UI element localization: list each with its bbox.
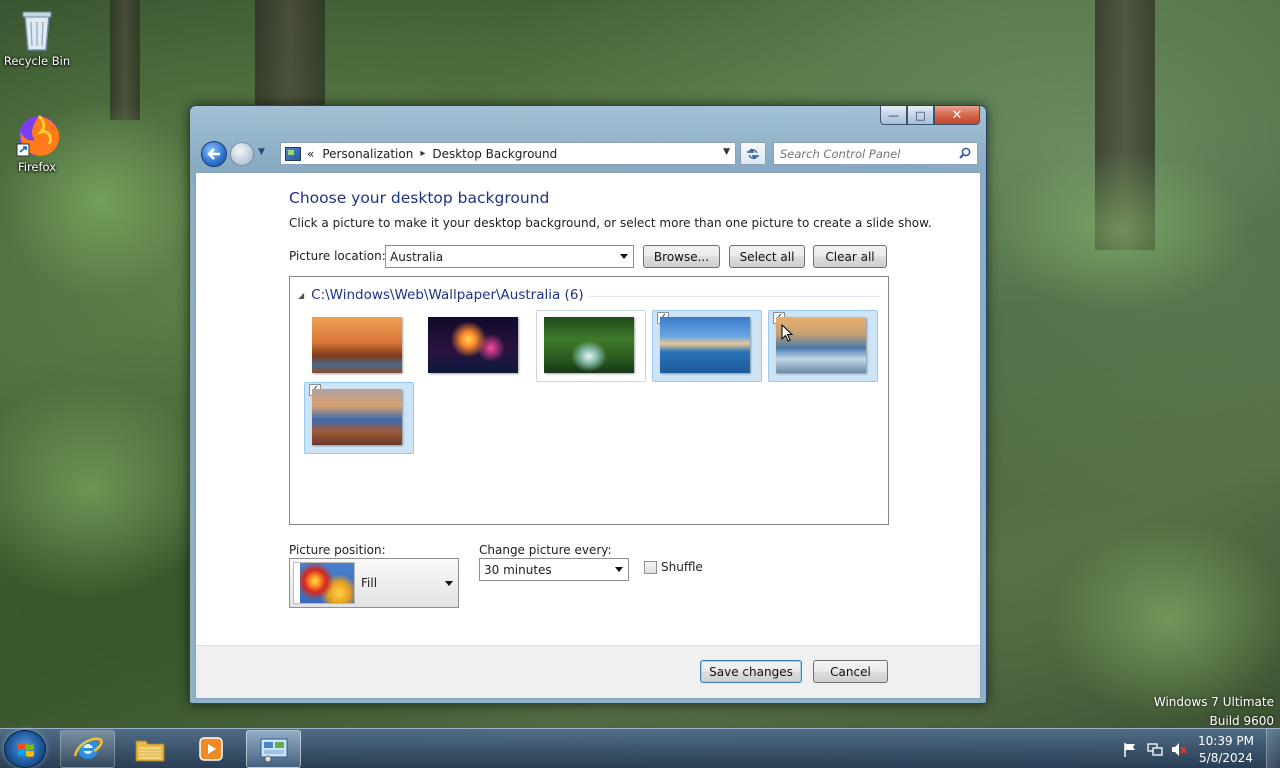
breadcrumb-separator[interactable]: ▸ [420, 148, 425, 159]
taskbar-file-explorer[interactable] [122, 730, 177, 768]
picture-position-value: Fill [361, 576, 378, 590]
media-player-icon [198, 737, 223, 761]
wallpaper-thumbnail[interactable]: ✓ [768, 310, 878, 382]
cancel-button[interactable]: Cancel [813, 660, 888, 683]
breadcrumb-desktop-background[interactable]: Desktop Background [432, 147, 557, 161]
action-center-flag-icon[interactable] [1122, 742, 1138, 757]
show-desktop-button[interactable] [1266, 729, 1280, 768]
refresh-icon [747, 148, 759, 159]
breadcrumb-personalization[interactable]: Personalization [322, 147, 413, 161]
wallpaper-thumbnail[interactable]: ✓ [304, 382, 414, 454]
desktop-icon-recycle-bin[interactable]: Recycle Bin [2, 6, 72, 68]
taskbar: 10:39 PM 5/8/2024 [0, 728, 1280, 768]
wallpaper-image [544, 317, 634, 373]
control-panel-icon [260, 738, 287, 763]
caption-buttons: — □ ✕ [880, 106, 980, 125]
background-tree-trunk [255, 0, 325, 110]
taskbar-control-panel[interactable] [246, 730, 301, 768]
start-button[interactable] [4, 730, 46, 768]
select-all-button[interactable]: Select all [729, 245, 805, 268]
content-area: Choose your desktop background Click a p… [195, 172, 981, 699]
breadcrumb-overflow[interactable]: « [307, 147, 314, 161]
wallpaper-gallery: ◢ C:\Windows\Web\Wallpaper\Australia (6)… [289, 276, 889, 525]
browse-button[interactable]: Browse... [643, 245, 720, 268]
wallpaper-image [312, 389, 402, 445]
wallpaper-thumbnail[interactable]: ✓ [652, 310, 762, 382]
search-icon[interactable] [959, 147, 971, 159]
taskbar-clock[interactable]: 10:39 PM 5/8/2024 [1198, 733, 1254, 767]
wallpaper-image [428, 317, 518, 373]
wallpaper-thumbnail[interactable] [420, 310, 530, 382]
background-fern [990, 150, 1250, 310]
navigation-bar: ▼ « Personalization ▸ Desktop Background… [198, 139, 980, 167]
forward-button[interactable] [230, 142, 254, 166]
save-changes-button[interactable]: Save changes [700, 660, 802, 683]
taskbar-media-player[interactable] [183, 730, 238, 768]
wallpaper-thumbnail[interactable] [536, 310, 646, 382]
refresh-button[interactable] [740, 142, 766, 165]
chevron-down-icon [615, 566, 623, 572]
picture-position-select[interactable]: Fill [289, 558, 459, 608]
recent-pages-dropdown[interactable]: ▼ [258, 147, 265, 157]
back-button[interactable] [201, 141, 227, 167]
shuffle-option[interactable]: Shuffle [644, 560, 703, 574]
taskbar-internet-explorer[interactable] [60, 730, 115, 768]
shuffle-label: Shuffle [661, 560, 703, 574]
minimize-button[interactable]: — [880, 106, 907, 125]
wallpaper-image [312, 317, 402, 373]
clear-all-button[interactable]: Clear all [813, 245, 887, 268]
position-preview-image [293, 562, 355, 604]
network-icon[interactable] [1147, 742, 1163, 757]
change-picture-value: 30 minutes [484, 562, 552, 577]
address-dropdown-icon[interactable]: ▼ [723, 147, 730, 157]
watermark-edition: Windows 7 Ultimate [1153, 695, 1274, 709]
picture-position-label: Picture position: [289, 543, 386, 557]
windows-logo-icon [18, 743, 34, 757]
search-box[interactable] [773, 142, 978, 165]
collapse-triangle-icon[interactable]: ◢ [298, 291, 304, 300]
desktop-icon-label: Firefox [17, 160, 57, 174]
change-picture-label: Change picture every: [479, 543, 612, 557]
page-description: Click a picture to make it your desktop … [289, 216, 932, 230]
group-divider [590, 296, 880, 297]
mouse-cursor-icon [781, 324, 793, 342]
clock-date: 5/8/2024 [1199, 751, 1253, 765]
arrow-left-icon [207, 148, 220, 160]
wallpaper-image [660, 317, 750, 373]
chevron-down-icon [445, 581, 453, 586]
picture-location-value: Australia [390, 249, 444, 264]
clock-time: 10:39 PM [1198, 734, 1254, 748]
group-title: C:\Windows\Web\Wallpaper\Australia (6) [311, 287, 584, 303]
group-header[interactable]: ◢ C:\Windows\Web\Wallpaper\Australia (6) [298, 287, 584, 303]
change-picture-select[interactable]: 30 minutes [479, 558, 629, 581]
dialog-footer: Save changes Cancel [196, 645, 980, 698]
wallpaper-thumbnail[interactable] [304, 310, 414, 382]
close-button[interactable]: ✕ [934, 106, 980, 125]
internet-explorer-icon [73, 737, 103, 759]
desktop-icon-label: Recycle Bin [3, 54, 71, 68]
search-input[interactable] [780, 146, 950, 161]
recycle-bin-icon [15, 6, 59, 51]
file-explorer-icon [135, 740, 164, 762]
address-bar[interactable]: « Personalization ▸ Desktop Background ▼ [280, 142, 736, 165]
shuffle-checkbox[interactable] [644, 560, 657, 574]
page-title: Choose your desktop background [289, 189, 550, 207]
background-fern [0, 380, 220, 600]
picture-location-label: Picture location: [289, 249, 386, 263]
background-fern [1050, 520, 1280, 720]
chevron-down-icon [620, 253, 628, 259]
picture-location-select[interactable]: Australia [385, 245, 634, 268]
control-panel-icon [285, 146, 301, 161]
firefox-icon [15, 112, 60, 157]
desktop-background-window: — □ ✕ ▼ « Personalization ▸ Desktop Back… [189, 105, 987, 704]
volume-muted-icon[interactable] [1171, 742, 1187, 757]
maximize-button[interactable]: □ [907, 106, 934, 125]
windows-watermark: Windows 7 Ultimate Build 9600 [1154, 693, 1274, 731]
desktop-icon-firefox[interactable]: Firefox [2, 112, 72, 174]
